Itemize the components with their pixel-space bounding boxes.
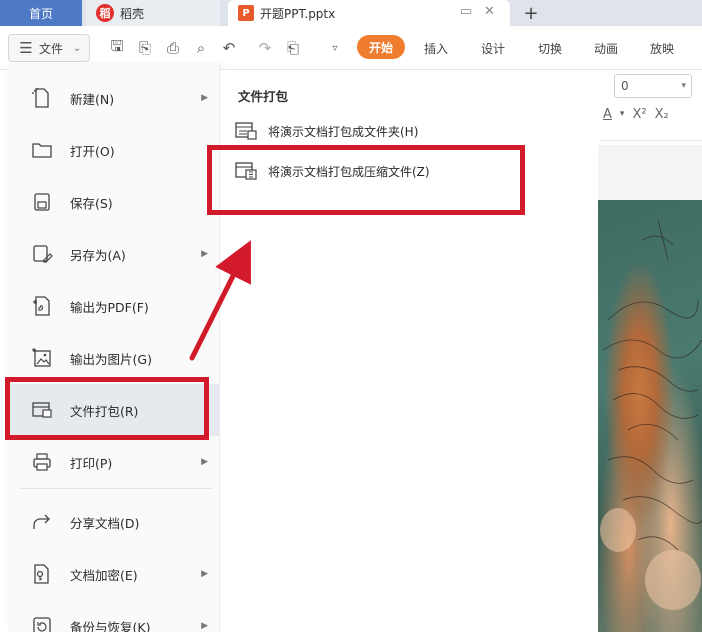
file-menu-item-backup[interactable]: 备份与恢复(K) ▶ bbox=[8, 600, 220, 632]
file-menu-item-label: 另存为(A) bbox=[70, 247, 126, 263]
phoenix-artwork bbox=[600, 219, 702, 610]
chevron-down-icon: ▾ bbox=[681, 81, 686, 91]
ribbon-tab-animation-label: 动画 bbox=[594, 41, 619, 56]
file-menu-label: 文件 bbox=[39, 41, 64, 56]
file-menu-panel: 新建(N) ▶ 打开(O) 保存(S) 另存为(A) ▶ 输出为PDF(F) 输出为图片(G)… bbox=[8, 64, 220, 632]
submenu-item-label: 将演示文档打包成文件夹(H) bbox=[268, 124, 419, 139]
format-painter-button[interactable]: ⎗ bbox=[284, 38, 302, 58]
file-menu-item-label: 保存(S) bbox=[70, 195, 113, 211]
printer-icon: ⎙ bbox=[166, 39, 179, 57]
chevron-right-icon: ▶ bbox=[201, 457, 208, 467]
chevron-right-icon: ▶ bbox=[201, 249, 208, 259]
chevron-down-icon: ⌄ bbox=[73, 42, 82, 54]
export-image-icon bbox=[30, 346, 54, 370]
superscript-button[interactable]: X² bbox=[632, 107, 646, 122]
ribbon-tab-start[interactable]: 开始 bbox=[357, 35, 405, 59]
submenu-title: 文件打包 bbox=[238, 89, 289, 104]
tab-bar: 首页 稻 稻壳 P 开题PPT.pptx ▭ ✕ + bbox=[0, 0, 702, 26]
undo-icon: ↶ bbox=[222, 39, 236, 57]
ppt-file-icon: P bbox=[238, 5, 254, 21]
file-menu-item-new-file[interactable]: 新建(N) ▶ bbox=[8, 72, 220, 124]
ribbon-tab-insert[interactable]: 插入 bbox=[424, 38, 448, 58]
file-menu-item-share[interactable]: 分享文档(D) bbox=[8, 496, 220, 548]
save-quick-button[interactable]: 🖫 bbox=[108, 36, 126, 58]
file-menu-item-label: 文档加密(E) bbox=[70, 567, 138, 583]
folder-icon bbox=[30, 138, 54, 162]
format-painter-icon: ⎗ bbox=[286, 39, 299, 57]
export-quick-button[interactable]: ⎘ bbox=[136, 38, 154, 58]
ribbon-tab-design[interactable]: 设计 bbox=[481, 38, 505, 58]
file-menu-item-label: 新建(N) bbox=[70, 91, 115, 107]
file-menu-item-label: 备份与恢复(K) bbox=[70, 619, 151, 632]
file-menu-item-label: 输出为PDF(F) bbox=[70, 299, 149, 315]
save-icon bbox=[30, 190, 54, 214]
format-buttons: A ▾ X² X₂ bbox=[603, 102, 702, 126]
highlight-box-menu bbox=[5, 377, 209, 440]
chevron-right-icon: ▶ bbox=[201, 621, 208, 631]
docer-logo-icon: 稻 bbox=[96, 4, 114, 22]
printer-icon bbox=[30, 450, 54, 474]
ribbon-tab-insert-label: 插入 bbox=[424, 41, 449, 56]
file-menu-item-label: 打印(P) bbox=[70, 455, 113, 471]
tab-docer-label: 稻壳 bbox=[120, 6, 145, 21]
font-size-value: 0 bbox=[621, 79, 629, 93]
ribbon-tab-transition[interactable]: 切换 bbox=[538, 38, 562, 58]
more-quick-button[interactable]: ▿ bbox=[326, 38, 344, 58]
tab-docer[interactable]: 稻 稻壳 bbox=[86, 0, 220, 26]
file-menu-item-label: 打开(O) bbox=[70, 143, 115, 159]
tab-home-label: 首页 bbox=[28, 6, 53, 21]
redo-icon: ↷ bbox=[258, 39, 272, 57]
ribbon-divider bbox=[600, 140, 702, 141]
chevron-right-icon: ▶ bbox=[201, 569, 208, 579]
slide-preview[interactable] bbox=[598, 200, 702, 632]
export-icon: ⎘ bbox=[138, 39, 151, 57]
menu-divider bbox=[20, 488, 212, 489]
ribbon-tab-transition-label: 切换 bbox=[538, 41, 563, 56]
package-folder-icon bbox=[234, 120, 258, 142]
ribbon-tab-start-label: 开始 bbox=[368, 40, 393, 55]
font-size-select[interactable]: 0 ▾ bbox=[614, 74, 692, 98]
share-icon bbox=[30, 510, 54, 534]
preview-quick-button[interactable]: ⌕ bbox=[192, 38, 210, 58]
file-menu-item-save-as[interactable]: 另存为(A) ▶ bbox=[8, 228, 220, 280]
new-tab-button[interactable]: + bbox=[518, 0, 544, 26]
chevron-right-icon: ▶ bbox=[201, 93, 208, 103]
ribbon-tab-design-label: 设计 bbox=[481, 41, 506, 56]
redo-button[interactable]: ↷ bbox=[256, 38, 274, 58]
file-menu-item-printer[interactable]: 打印(P) ▶ bbox=[8, 436, 220, 488]
export-pdf-icon bbox=[30, 294, 54, 318]
hamburger-icon: ☰ bbox=[19, 39, 33, 57]
highlight-box-submenu bbox=[207, 145, 525, 215]
file-menu-item-export-pdf[interactable]: 输出为PDF(F) bbox=[8, 280, 220, 332]
print-quick-button[interactable]: ⎙ bbox=[164, 38, 182, 58]
lock-doc-icon bbox=[30, 562, 54, 586]
file-menu-item-label: 分享文档(D) bbox=[70, 515, 140, 531]
close-tab-icon[interactable]: ✕ bbox=[484, 4, 495, 19]
tab-document[interactable]: P 开题PPT.pptx ▭ ✕ bbox=[228, 0, 510, 26]
backup-icon bbox=[30, 614, 54, 632]
subscript-button[interactable]: X₂ bbox=[655, 107, 669, 122]
plus-icon: + bbox=[523, 2, 539, 24]
ribbon-tab-slideshow[interactable]: 放映 bbox=[650, 38, 674, 58]
file-menu-item-folder[interactable]: 打开(O) bbox=[8, 124, 220, 176]
font-color-button[interactable]: A bbox=[603, 107, 612, 122]
file-menu-item-save[interactable]: 保存(S) bbox=[8, 176, 220, 228]
ribbon-tab-animation[interactable]: 动画 bbox=[594, 38, 618, 58]
pin-icon[interactable]: ▭ bbox=[460, 4, 472, 19]
save-icon: 🖫 bbox=[110, 36, 124, 55]
file-menu-item-lock-doc[interactable]: 文档加密(E) ▶ bbox=[8, 548, 220, 600]
tab-document-label: 开题PPT.pptx bbox=[260, 6, 336, 21]
chevron-down-icon[interactable]: ▾ bbox=[620, 109, 625, 119]
file-menu-item-label: 输出为图片(G) bbox=[70, 351, 152, 367]
ribbon-tab-slideshow-label: 放映 bbox=[650, 41, 675, 56]
submenu-item-package-folder[interactable]: 将演示文档打包成文件夹(H) bbox=[228, 114, 528, 148]
chevron-down-icon: ▿ bbox=[332, 42, 338, 54]
save-as-icon bbox=[30, 242, 54, 266]
new-file-icon bbox=[30, 86, 54, 110]
file-menu-button[interactable]: ☰ 文件 ⌄ bbox=[8, 34, 90, 62]
undo-button[interactable]: ↶ bbox=[220, 38, 238, 58]
print-preview-icon: ⌕ bbox=[196, 39, 206, 57]
tab-home[interactable]: 首页 bbox=[0, 0, 82, 26]
